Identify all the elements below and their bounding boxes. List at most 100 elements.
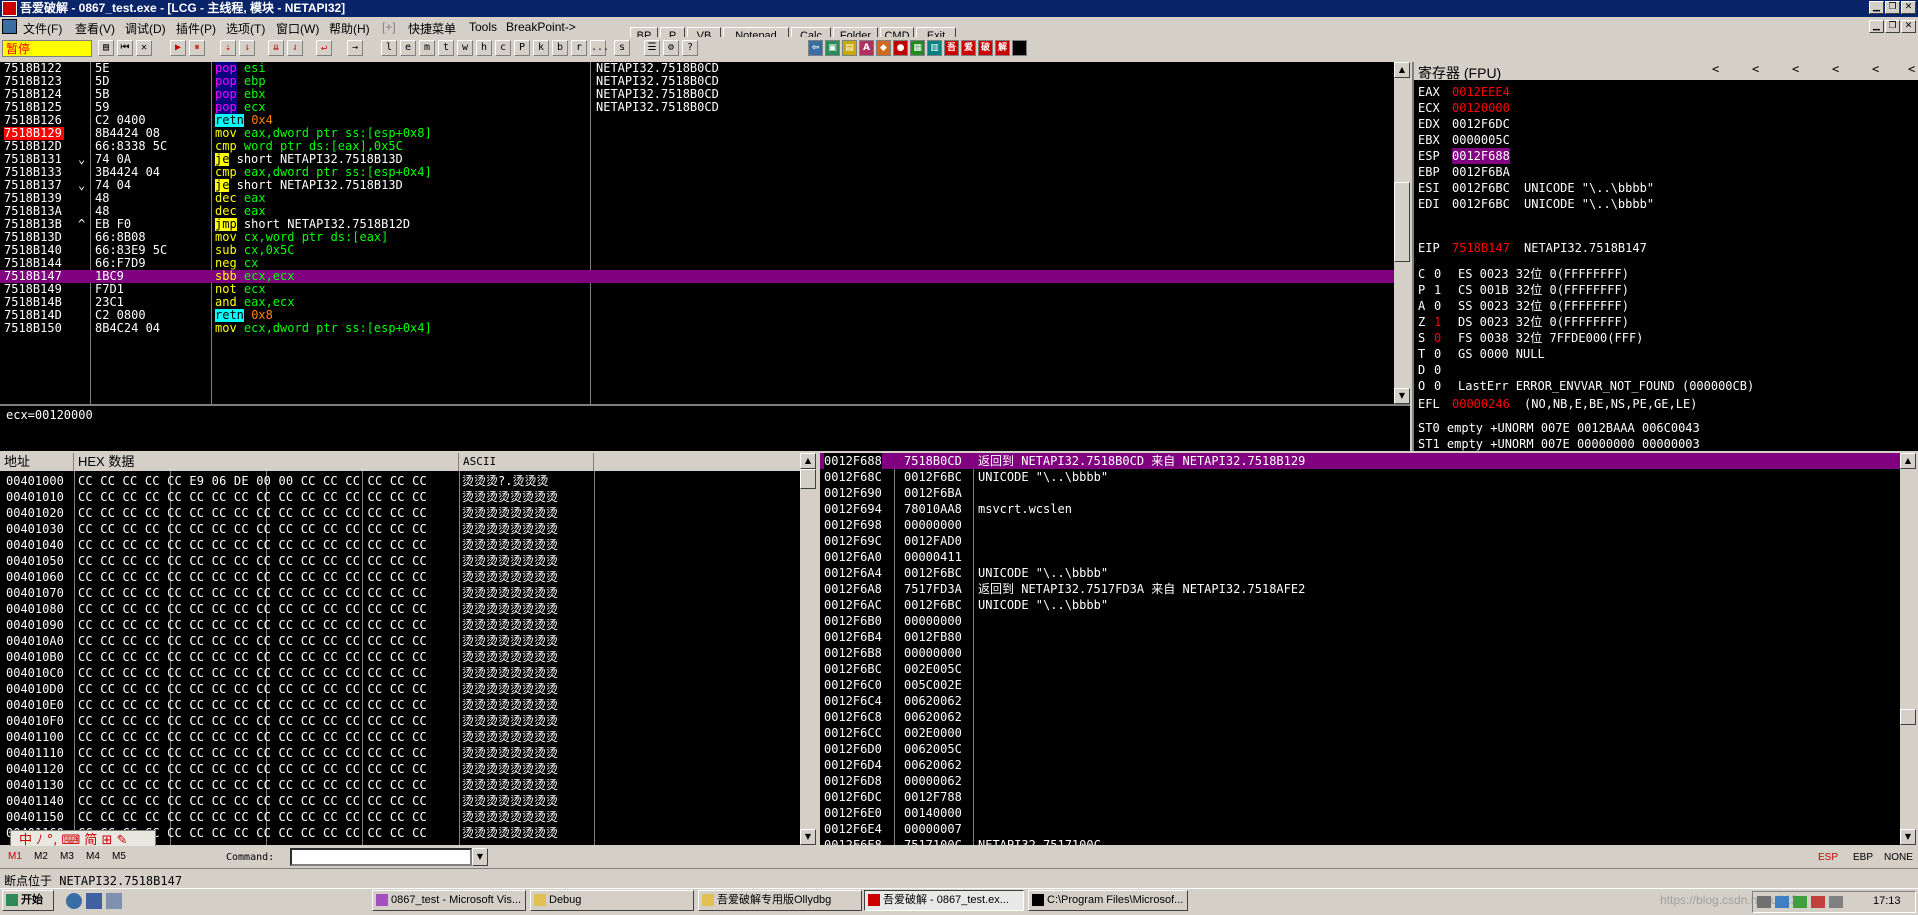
open-icon[interactable]: ▤: [98, 40, 114, 56]
follow-ebp-option[interactable]: EBP: [1853, 852, 1873, 863]
plugin-f-icon[interactable]: ▦: [910, 40, 925, 56]
reg-nav-arrow-icon[interactable]: <: [1792, 62, 1799, 76]
stack-row[interactable]: 0012F6E8 7517100C NETAPI32.7517100C: [820, 837, 1900, 845]
scroll-thumb[interactable]: [800, 469, 816, 489]
disasm-row[interactable]: 7518B125 59 pop ecx NETAPI32.7518B0CD: [0, 101, 1394, 114]
window-handles-button[interactable]: h: [476, 40, 492, 56]
dump-row[interactable]: 00401060 CC CC CC CC CC CC CC CC CC CC CC…: [0, 569, 800, 585]
dump-row[interactable]: 00401140 CC CC CC CC CC CC CC CC CC CC CC…: [0, 793, 800, 809]
menu-options[interactable]: 选项(T): [226, 20, 265, 37]
close-button[interactable]: ✕: [1901, 1, 1916, 14]
stack-row[interactable]: 0012F6B4 0012FB80: [820, 629, 1900, 645]
restore-button[interactable]: ❐: [1885, 1, 1900, 14]
mdi-minimize-button[interactable]: ▁: [1869, 20, 1884, 33]
minimize-button[interactable]: ▁: [1869, 1, 1884, 14]
disasm-row[interactable]: 7518B13D 66:8B08 mov cx,word ptr ds:[eax]: [0, 231, 1394, 244]
mem-tab-m1[interactable]: M1: [8, 851, 22, 862]
stack-row[interactable]: 0012F690 0012F6BA: [820, 485, 1900, 501]
scroll-up-icon[interactable]: ▲: [800, 453, 816, 469]
dump-pane[interactable]: 地址 HEX 数据 ASCII 00401000 CC CC CC CC CC E…: [0, 453, 800, 845]
menu-window[interactable]: 窗口(W): [276, 20, 319, 37]
plugin-i-icon[interactable]: 爱: [961, 40, 976, 56]
window-titlebar[interactable]: 吾爱破解 - 0867_test.exe - [LCG - 主线程, 模块 - …: [0, 0, 1918, 17]
start-button[interactable]: 开始: [2, 890, 54, 911]
command-dropdown-icon[interactable]: ▼: [472, 848, 488, 866]
menu-breakpoint[interactable]: BreakPoint->: [506, 20, 576, 34]
list-icon[interactable]: ☰: [644, 40, 660, 56]
stack-row[interactable]: 0012F6A8 7517FD3A 返回到 NETAPI32.7517FD3A 来自…: [820, 581, 1900, 597]
reg-nav-arrow-icon[interactable]: <: [1832, 62, 1839, 76]
dump-row[interactable]: 004010B0 CC CC CC CC CC CC CC CC CC CC CC…: [0, 649, 800, 665]
plugin-l-icon[interactable]: [1012, 40, 1027, 56]
restart-icon[interactable]: ⏮: [117, 40, 133, 56]
disasm-row[interactable]: 7518B139 48 dec eax: [0, 192, 1394, 205]
disasm-row[interactable]: 7518B140 66:83E9 5C sub cx,0x5C: [0, 244, 1394, 257]
window-threads-button[interactable]: t: [438, 40, 454, 56]
stack-row[interactable]: 0012F6D4 00620062: [820, 757, 1900, 773]
stack-row[interactable]: 0012F6B8 00000000: [820, 645, 1900, 661]
dump-row[interactable]: 00401150 CC CC CC CC CC CC CC CC CC CC CC…: [0, 809, 800, 825]
follow-esp-option[interactable]: ESP: [1818, 852, 1838, 863]
trace-over-icon[interactable]: ⇃: [287, 40, 303, 56]
dump-row[interactable]: 004010F0 CC CC CC CC CC CC CC CC CC CC CC…: [0, 713, 800, 729]
task-visual-studio[interactable]: 0867_test - Microsoft Vis...: [372, 890, 526, 911]
dump-row[interactable]: 00401000 CC CC CC CC CC E9 06 DE 00 00 CC…: [0, 473, 800, 489]
menu-help[interactable]: 帮助(H): [329, 20, 370, 37]
stack-row[interactable]: 0012F6AC 0012F6BC UNICODE "\..\bbbb": [820, 597, 1900, 613]
stack-row[interactable]: 0012F6C4 00620062: [820, 693, 1900, 709]
task-ollydbg-folder[interactable]: 吾爱破解专用版Ollydbg: [698, 890, 862, 911]
window-log-button[interactable]: l: [381, 40, 397, 56]
stack-row[interactable]: 0012F694 78010AA8 msvcrt.wcslen: [820, 501, 1900, 517]
stack-scrollbar[interactable]: ▲ ▼: [1900, 453, 1916, 845]
plugin-a-icon[interactable]: ▣: [825, 40, 840, 56]
volume-icon[interactable]: [1829, 896, 1843, 908]
stack-row[interactable]: 0012F6D8 00000062: [820, 773, 1900, 789]
disasm-row[interactable]: 7518B131 ⌄ 74 0A je short NETAPI32.7518B13D: [0, 153, 1394, 166]
plugin-k-icon[interactable]: 解: [995, 40, 1010, 56]
stack-pane[interactable]: 0012F688 7518B0CD 返回到 NETAPI32.7518B0CD 来自…: [820, 453, 1900, 845]
scroll-up-icon[interactable]: ▲: [1394, 62, 1410, 78]
disasm-row[interactable]: 7518B12D 66:8338 5C cmp word ptr ds:[eax],0…: [0, 140, 1394, 153]
pause-icon[interactable]: ⏸: [189, 40, 205, 56]
ie-icon[interactable]: [66, 893, 82, 909]
dump-row[interactable]: 00401080 CC CC CC CC CC CC CC CC CC CC CC…: [0, 601, 800, 617]
menu-file[interactable]: 文件(F): [23, 20, 62, 37]
disasm-row[interactable]: 7518B13A 48 dec eax: [0, 205, 1394, 218]
stack-row[interactable]: 0012F6BC 002E005C: [820, 661, 1900, 677]
dump-row[interactable]: 004010E0 CC CC CC CC CC CC CC CC CC CC CC…: [0, 697, 800, 713]
disasm-row[interactable]: 7518B126 C2 0400 retn 0x4: [0, 114, 1394, 127]
mem-tab-m4[interactable]: M4: [86, 851, 100, 862]
disasm-row[interactable]: 7518B13B ^ EB F0 jmp short NETAPI32.7518B12D: [0, 218, 1394, 231]
stack-row[interactable]: 0012F688 7518B0CD 返回到 NETAPI32.7518B0CD 来自…: [820, 453, 1900, 469]
step-into-icon[interactable]: ⇣: [220, 40, 236, 56]
window-source-button[interactable]: s: [614, 40, 630, 56]
dump-row[interactable]: 00401130 CC CC CC CC CC CC CC CC CC CC CC…: [0, 777, 800, 793]
mdi-restore-button[interactable]: ❐: [1885, 20, 1900, 33]
scroll-down-icon[interactable]: ▼: [1900, 829, 1916, 845]
stack-row[interactable]: 0012F6E0 00140000: [820, 805, 1900, 821]
dump-row[interactable]: 00401100 CC CC CC CC CC CC CC CC CC CC CC…: [0, 729, 800, 745]
disasm-row[interactable]: 7518B129 8B4424 08 mov eax,dword ptr ss:[es…: [0, 127, 1394, 140]
goto-icon[interactable]: →: [347, 40, 363, 56]
dump-row[interactable]: 00401030 CC CC CC CC CC CC CC CC CC CC CC…: [0, 521, 800, 537]
disasm-row[interactable]: 7518B144 66:F7D9 neg cx: [0, 257, 1394, 270]
dump-row[interactable]: 00401120 CC CC CC CC CC CC CC CC CC CC CC…: [0, 761, 800, 777]
stack-row[interactable]: 0012F6DC 0012F788: [820, 789, 1900, 805]
window-callstack-button[interactable]: k: [533, 40, 549, 56]
stack-row[interactable]: 0012F6B0 00000000: [820, 613, 1900, 629]
stack-row[interactable]: 0012F6CC 002E0000: [820, 725, 1900, 741]
trace-into-icon[interactable]: ⇊: [268, 40, 284, 56]
window-patches-button[interactable]: P: [514, 40, 530, 56]
scroll-thumb[interactable]: [1900, 709, 1916, 725]
scroll-down-icon[interactable]: ▼: [1394, 388, 1410, 404]
registers-pane[interactable]: 寄存器 (FPU) < < < < < < EAX 0012EEE4 ECX 0012…: [1412, 62, 1918, 451]
dump-row[interactable]: 00401020 CC CC CC CC CC CC CC CC CC CC CC…: [0, 505, 800, 521]
plugin-e-icon[interactable]: ●: [893, 40, 908, 56]
disasm-row[interactable]: 7518B14B 23C1 and eax,ecx: [0, 296, 1394, 309]
dump-scrollbar[interactable]: ▲ ▼: [800, 453, 816, 845]
stack-row[interactable]: 0012F6D0 0062005C: [820, 741, 1900, 757]
dump-header-ascii[interactable]: ASCII: [459, 453, 594, 471]
close-debug-icon[interactable]: ✕: [136, 40, 152, 56]
settings-icon[interactable]: ⚙: [663, 40, 679, 56]
plugin-h-icon[interactable]: 吾: [944, 40, 959, 56]
